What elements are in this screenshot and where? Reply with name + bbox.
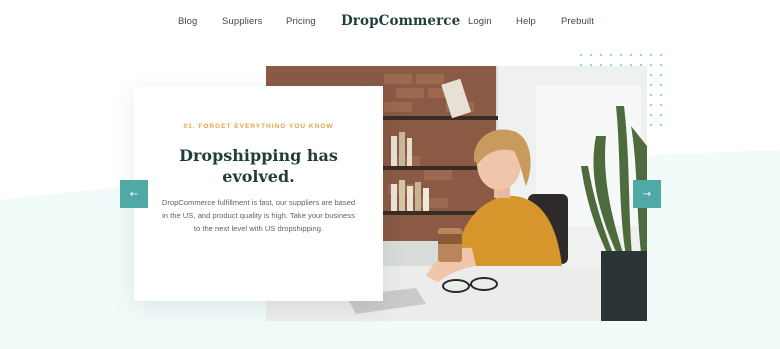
dot xyxy=(659,83,663,87)
dot xyxy=(619,53,623,57)
hero-card: 01. FORGET EVERYTHING YOU KNOW Dropshipp… xyxy=(134,86,383,301)
dot xyxy=(579,53,583,57)
nav-link-help[interactable]: Help xyxy=(516,16,536,27)
dot xyxy=(649,53,653,57)
previous-slide-button[interactable]: ← xyxy=(120,180,148,208)
dot xyxy=(659,63,663,67)
dot xyxy=(649,73,653,77)
dot xyxy=(589,53,593,57)
hero-eyebrow: 01. FORGET EVERYTHING YOU KNOW xyxy=(183,123,334,130)
hero-body-text: DropCommerce fulfillment is fast, our su… xyxy=(161,198,356,234)
nav-link-prebuilt[interactable]: Prebuilt xyxy=(561,16,594,27)
dot xyxy=(659,73,663,77)
dot xyxy=(659,53,663,57)
dot xyxy=(659,113,663,117)
top-navigation: Blog Suppliers Pricing DropCommerce Logi… xyxy=(0,0,780,44)
dot xyxy=(659,123,663,127)
dot xyxy=(649,113,653,117)
dot xyxy=(639,53,643,57)
dot xyxy=(649,63,653,67)
nav-link-login[interactable]: Login xyxy=(468,16,492,27)
next-slide-button[interactable]: → xyxy=(633,180,661,208)
dot xyxy=(649,123,653,127)
dot xyxy=(649,103,653,107)
dot xyxy=(659,103,663,107)
dot xyxy=(649,83,653,87)
nav-link-pricing[interactable]: Pricing xyxy=(286,16,316,27)
dot xyxy=(609,53,613,57)
arrow-right-icon: → xyxy=(642,188,652,200)
hero-headline: Dropshipping has evolved. xyxy=(179,146,338,186)
brand-logo[interactable]: DropCommerce xyxy=(341,13,460,29)
dot xyxy=(659,93,663,97)
dot xyxy=(629,53,633,57)
dot xyxy=(599,53,603,57)
arrow-left-icon: ← xyxy=(129,188,139,200)
nav-link-suppliers[interactable]: Suppliers xyxy=(222,16,263,27)
nav-link-blog[interactable]: Blog xyxy=(178,16,197,27)
dot xyxy=(649,93,653,97)
